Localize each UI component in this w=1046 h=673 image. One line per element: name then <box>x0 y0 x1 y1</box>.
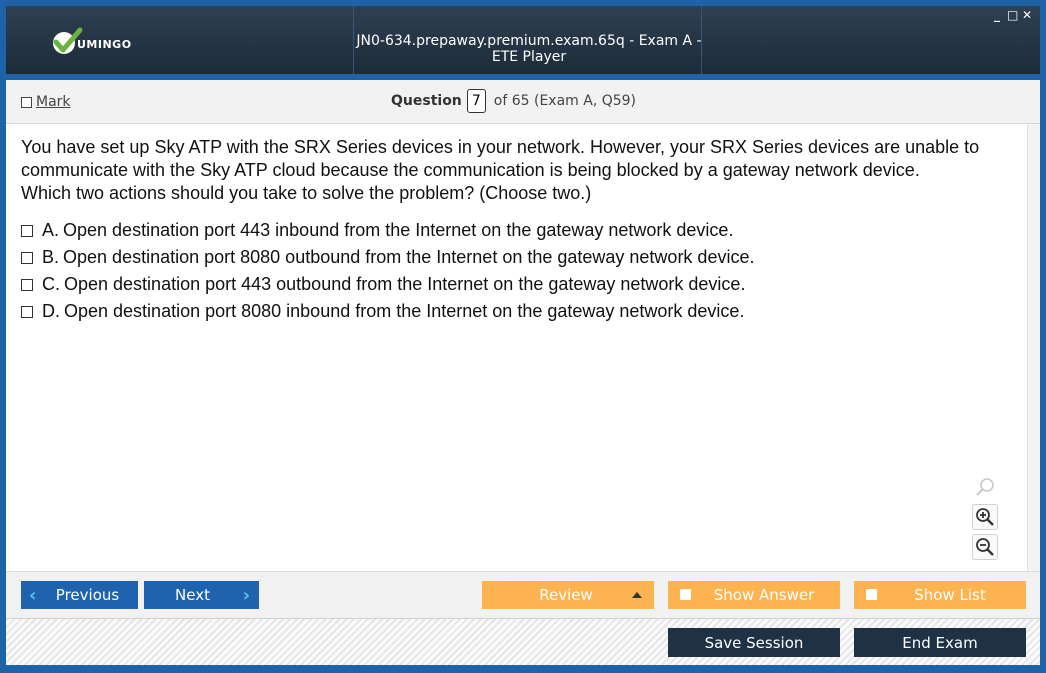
show-answer-label: Show Answer <box>713 586 815 604</box>
question-bar: Mark Question 7 of 65 (Exam A, Q59) <box>6 80 1040 124</box>
mark-label[interactable]: Mark <box>36 94 71 110</box>
previous-label: Previous <box>55 586 120 604</box>
answer-options: A. Open destination port 443 inbound fro… <box>21 217 1012 325</box>
option-text[interactable]: Open destination port 8080 inbound from … <box>64 300 744 323</box>
option-text[interactable]: Open destination port 443 inbound from t… <box>63 219 733 242</box>
question-counter: Question 7 of 65 (Exam A, Q59) <box>391 89 636 113</box>
question-label: Question <box>391 93 462 109</box>
option-letter: B. <box>42 247 60 267</box>
zoom-out-button[interactable] <box>972 534 998 560</box>
review-label: Review <box>539 586 593 604</box>
show-list-label: Show List <box>914 586 986 604</box>
next-button[interactable]: Next › <box>144 581 259 609</box>
question-number-input[interactable]: 7 <box>466 89 486 113</box>
option-text[interactable]: Open destination port 443 outbound from … <box>64 273 745 296</box>
question-ask: Which two actions should you take to sol… <box>21 183 592 203</box>
show-list-checkbox[interactable] <box>866 589 877 600</box>
question-stem: You have set up Sky ATP with the SRX Ser… <box>21 136 1012 205</box>
zoom-in-icon <box>976 508 994 526</box>
save-session-button[interactable]: Save Session <box>668 628 840 657</box>
answer-option-c[interactable]: C. Open destination port 443 outbound fr… <box>21 271 1012 298</box>
previous-button[interactable]: ‹ Previous <box>21 581 138 609</box>
chevron-left-icon: ‹ <box>29 585 37 606</box>
end-exam-label: End Exam <box>902 633 978 652</box>
mark-checkbox[interactable]: Mark <box>21 94 71 110</box>
mark-box[interactable] <box>21 96 32 108</box>
review-button[interactable]: Review <box>482 581 654 609</box>
option-checkbox[interactable] <box>21 305 33 318</box>
title-bar: UMINGO JN0-634.prepaway.premium.exam.65q… <box>6 6 1040 74</box>
window-title: JN0-634.prepaway.premium.exam.65q - Exam… <box>356 33 702 65</box>
show-list-button[interactable]: Show List <box>854 581 1026 609</box>
question-suffix: of 65 (Exam A, Q59) <box>493 93 637 109</box>
option-checkbox[interactable] <box>21 278 33 291</box>
option-text[interactable]: Open destination port 8080 outbound from… <box>63 246 754 269</box>
minimize-button[interactable]: _ <box>992 8 1002 22</box>
next-label: Next <box>175 586 210 604</box>
zoom-reset-button[interactable] <box>972 474 998 500</box>
navigation-bar: ‹ Previous Next › Review Show Answer Sho… <box>6 571 1040 618</box>
show-answer-checkbox[interactable] <box>680 589 691 600</box>
zoom-in-button[interactable] <box>972 504 998 530</box>
option-letter: A. <box>42 220 60 240</box>
chevron-right-icon: › <box>242 585 250 606</box>
answer-option-b[interactable]: B. Open destination port 8080 outbound f… <box>21 244 1012 271</box>
save-session-label: Save Session <box>704 633 804 652</box>
option-letter: D. <box>42 301 60 321</box>
option-checkbox[interactable] <box>21 224 33 237</box>
zoom-controls <box>969 474 1001 560</box>
question-stem-text: You have set up Sky ATP with the SRX Ser… <box>21 137 980 180</box>
logo-text: UMINGO <box>77 38 132 51</box>
end-exam-button[interactable]: End Exam <box>854 628 1026 657</box>
maximize-button[interactable]: □ <box>1007 8 1018 22</box>
close-button[interactable]: ✕ <box>1022 8 1032 22</box>
footer-bar: Save Session End Exam <box>6 618 1040 665</box>
question-content: You have set up Sky ATP with the SRX Ser… <box>6 124 1027 571</box>
answer-option-d[interactable]: D. Open destination port 8080 inbound fr… <box>21 298 1012 325</box>
answer-option-a[interactable]: A. Open destination port 443 inbound fro… <box>21 217 1012 244</box>
scrollbar[interactable] <box>1027 124 1040 571</box>
window-controls: _ □ ✕ <box>992 8 1032 22</box>
app-window: UMINGO JN0-634.prepaway.premium.exam.65q… <box>0 0 1046 673</box>
option-checkbox[interactable] <box>21 251 33 264</box>
option-letter: C. <box>42 274 60 294</box>
triangle-up-icon <box>632 592 642 598</box>
search-icon <box>976 478 994 496</box>
zoom-out-icon <box>976 538 994 556</box>
show-answer-button[interactable]: Show Answer <box>668 581 840 609</box>
